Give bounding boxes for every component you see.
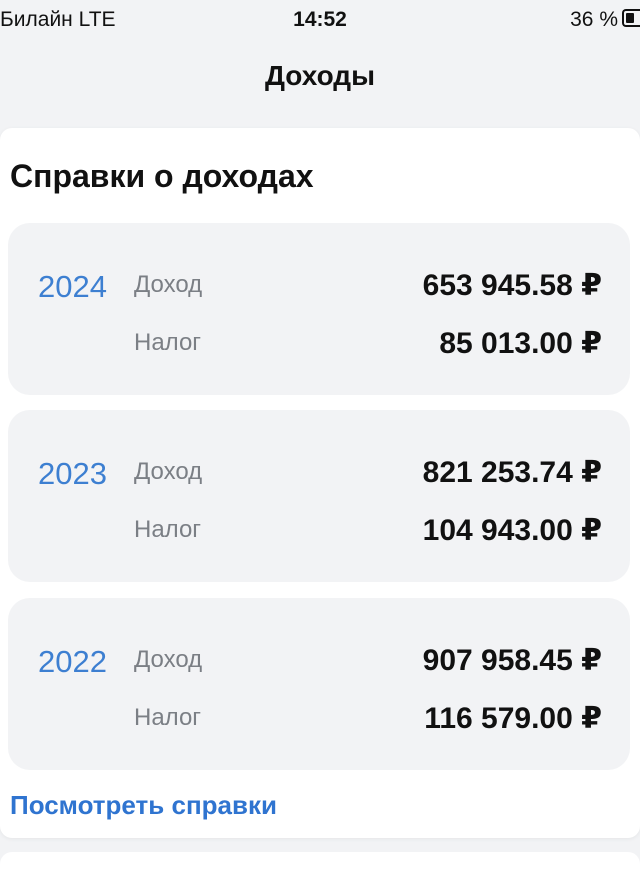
- screen: Билайн LTE 14:52 36 % Доходы Справки о д…: [0, 0, 640, 885]
- status-bar: Билайн LTE 14:52 36 %: [0, 0, 640, 40]
- tax-label: Налог: [134, 516, 202, 543]
- card-year: 2024: [38, 269, 107, 304]
- income-label: Доход: [134, 458, 203, 485]
- income-label: Доход: [134, 271, 203, 298]
- card-year: 2022: [38, 644, 107, 679]
- card-year: 2023: [38, 456, 107, 491]
- income-card-2024[interactable]: 2024 Доход 653 945.58 ₽ Налог 85 013.00 …: [8, 223, 630, 395]
- battery-percent: 36 %: [570, 8, 618, 31]
- tax-value: 104 943.00 ₽: [422, 514, 602, 547]
- view-certificates-link[interactable]: Посмотреть справки: [10, 790, 277, 821]
- income-label: Доход: [134, 646, 203, 673]
- clock: 14:52: [293, 8, 347, 31]
- income-value: 907 958.45 ₽: [422, 644, 602, 677]
- income-value: 653 945.58 ₽: [422, 269, 602, 302]
- section-title: Справки о доходах: [10, 158, 314, 194]
- tax-label: Налог: [134, 704, 202, 731]
- nav-header: Доходы: [0, 40, 640, 115]
- income-value: 821 253.74 ₽: [422, 456, 602, 489]
- battery-icon: [622, 9, 640, 27]
- tax-value: 85 013.00 ₽: [439, 327, 602, 360]
- income-card-2022[interactable]: 2022 Доход 907 958.45 ₽ Налог 116 579.00…: [8, 598, 630, 770]
- tax-value: 116 579.00 ₽: [424, 702, 602, 735]
- next-panel-edge: [0, 852, 640, 885]
- income-certificates-panel: Справки о доходах 2024 Доход 653 945.58 …: [0, 128, 640, 838]
- tax-label: Налог: [134, 329, 202, 356]
- income-card-2023[interactable]: 2023 Доход 821 253.74 ₽ Налог 104 943.00…: [8, 410, 630, 582]
- page-title: Доходы: [265, 60, 375, 91]
